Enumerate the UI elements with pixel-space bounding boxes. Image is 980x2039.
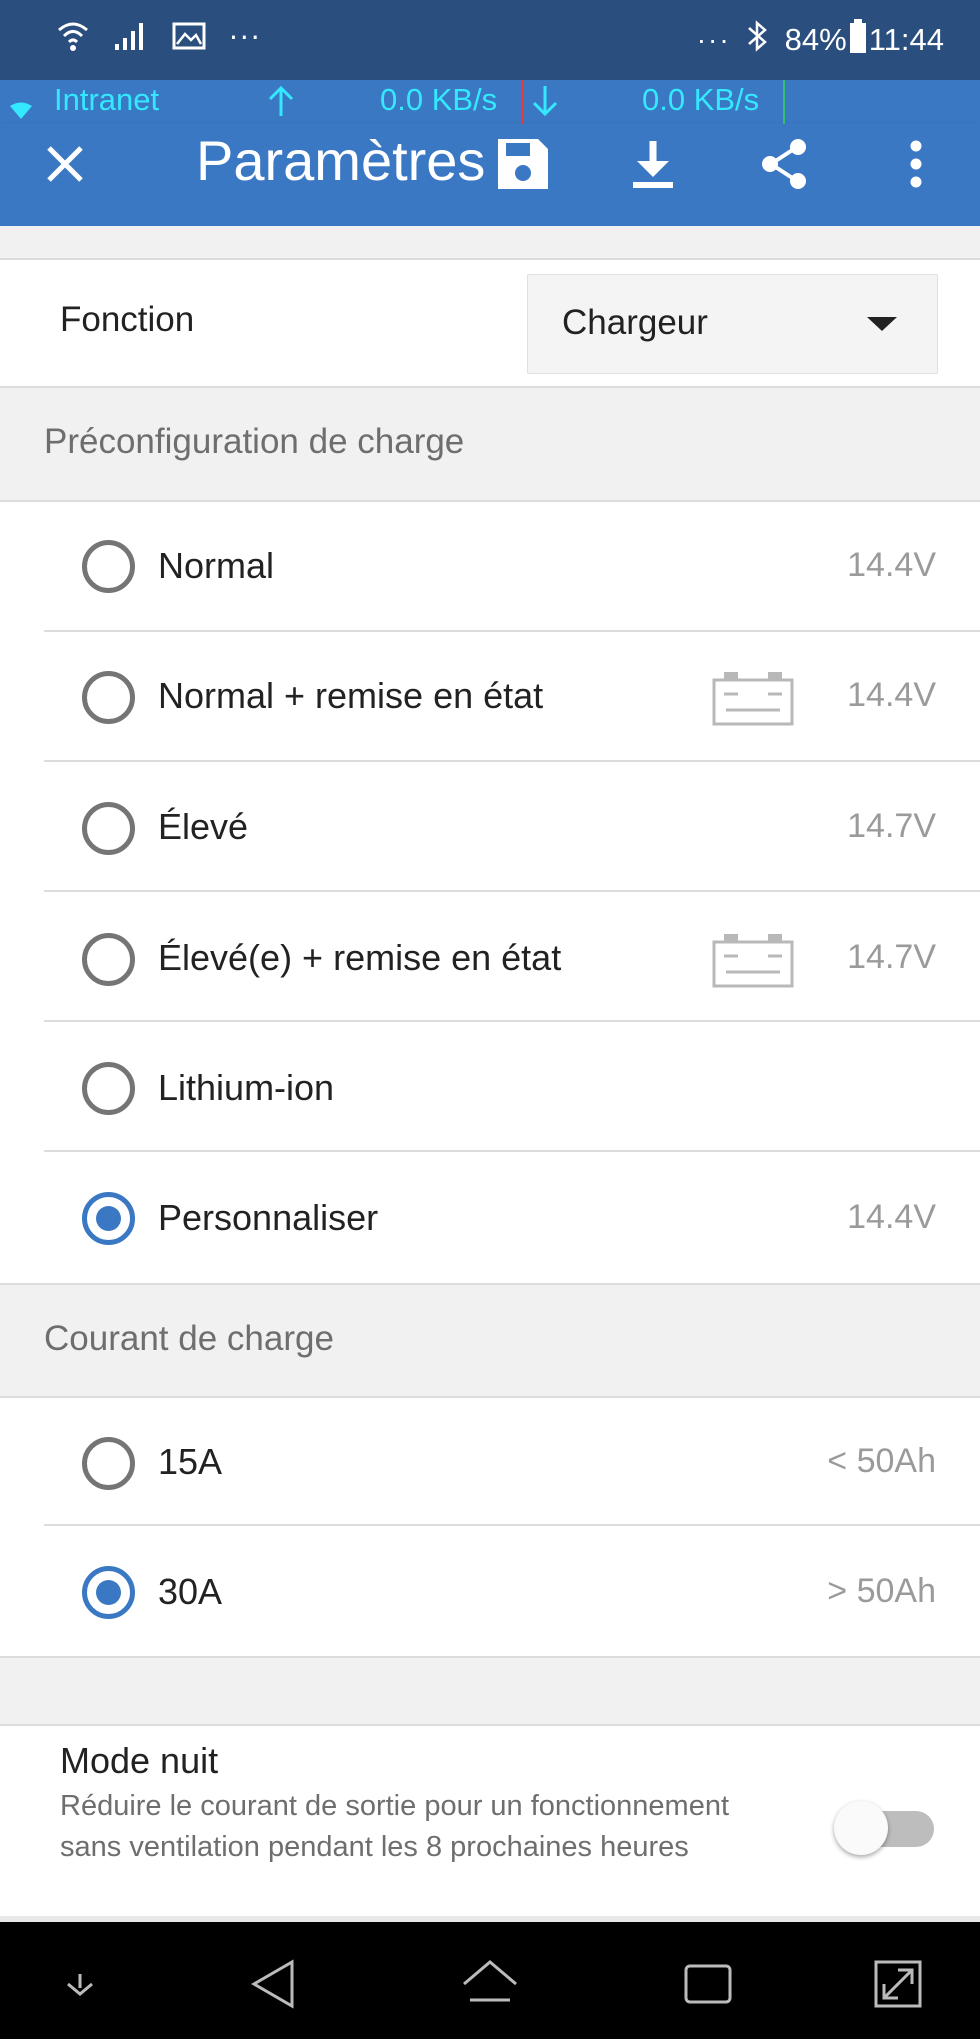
more-vert-icon[interactable] — [884, 132, 948, 196]
download-speed: 0.0 KB/s — [642, 82, 760, 117]
close-icon[interactable] — [33, 132, 97, 196]
status-more-left: ··· — [229, 21, 262, 54]
battery-icon — [712, 670, 794, 726]
option-voltage: 14.7V — [847, 938, 936, 976]
battery-icon — [849, 19, 867, 61]
preset-option-normal-recondition[interactable]: Normal + remise en état 14.4V — [0, 632, 980, 762]
function-dropdown[interactable]: Chargeur — [527, 274, 938, 374]
option-voltage: 14.4V — [847, 676, 936, 714]
function-selected-value: Chargeur — [562, 303, 708, 342]
radio-button[interactable] — [82, 1437, 135, 1490]
radio-button[interactable] — [82, 540, 135, 593]
option-label: Normal + remise en état — [158, 675, 544, 716]
battery-percent: 84% — [784, 22, 847, 57]
save-icon[interactable] — [491, 132, 555, 196]
bluetooth-icon — [745, 18, 771, 62]
preset-option-normal[interactable]: Normal 14.4V — [0, 502, 980, 632]
radio-button[interactable] — [82, 802, 135, 855]
night-mode-row: Mode nuit Réduire le courant de sortie p… — [0, 1726, 980, 1920]
night-mode-title: Mode nuit — [60, 1740, 219, 1781]
network-name: Intranet — [54, 82, 160, 117]
option-voltage: 14.4V — [847, 546, 936, 584]
chevron-down-icon — [867, 317, 897, 331]
option-label: Élevé — [158, 806, 249, 847]
status-more-right: ··· — [696, 24, 731, 55]
option-label: Élevé(e) + remise en état — [158, 937, 562, 978]
night-mode-description: Réduire le courant de sortie pour un fon… — [60, 1790, 730, 1863]
network-speed-overlay: Intranet 0.0 KB/s 0.0 KB/s — [0, 80, 980, 124]
upload-speed: 0.0 KB/s — [380, 82, 498, 117]
expand-icon[interactable] — [868, 1956, 928, 2012]
system-nav-bar — [0, 1922, 980, 2039]
option-label: 15A — [158, 1441, 223, 1482]
download-arrow-icon — [530, 84, 560, 126]
download-icon[interactable] — [621, 132, 685, 196]
radio-button[interactable] — [82, 1062, 135, 1115]
home-icon[interactable] — [460, 1956, 520, 2012]
section-title: Préconfiguration de charge — [44, 422, 465, 461]
option-label: Personnaliser — [158, 1197, 379, 1238]
section-header-charge-current: Courant de charge — [0, 1283, 980, 1398]
gallery-icon — [171, 18, 207, 58]
option-label: 30A — [158, 1571, 223, 1612]
share-icon[interactable] — [752, 132, 816, 196]
current-option-30a[interactable]: 30A > 50Ah — [0, 1526, 980, 1656]
signal-icon — [113, 18, 149, 58]
current-option-15a[interactable]: 15A < 50Ah — [0, 1398, 980, 1526]
option-capacity: < 50Ah — [827, 1442, 936, 1480]
wifi-small-icon — [10, 92, 32, 128]
option-voltage: 14.4V — [847, 1198, 936, 1236]
preset-option-high-recondition[interactable]: Élevé(e) + remise en état 14.7V — [0, 892, 980, 1022]
radio-button[interactable] — [82, 671, 135, 724]
option-label: Normal — [158, 545, 275, 586]
wifi-icon — [55, 18, 91, 58]
radio-button-checked[interactable] — [82, 1192, 135, 1245]
recents-icon[interactable] — [678, 1956, 738, 2012]
page-title: Paramètres — [196, 129, 486, 192]
back-icon[interactable] — [244, 1956, 304, 2012]
option-label: Lithium-ion — [158, 1067, 335, 1108]
function-row: Fonction Chargeur — [0, 260, 980, 388]
radio-button-checked[interactable] — [82, 1566, 135, 1619]
option-capacity: > 50Ah — [827, 1572, 936, 1610]
function-label: Fonction — [60, 300, 195, 339]
preset-option-high[interactable]: Élevé 14.7V — [0, 762, 980, 892]
battery-icon — [712, 932, 794, 988]
night-mode-toggle[interactable] — [834, 1795, 938, 1859]
chevron-down-icon[interactable] — [50, 1956, 110, 2012]
section-header-charge-preset: Préconfiguration de charge — [0, 388, 980, 502]
status-bar: ··· ··· 84% 11:44 — [0, 0, 980, 80]
section-spacer — [0, 1656, 980, 1726]
clock: 11:44 — [868, 22, 944, 57]
preset-option-custom[interactable]: Personnaliser 14.4V — [0, 1152, 980, 1283]
top-spacer — [0, 226, 980, 260]
app-bar: Paramètres — [0, 124, 980, 226]
option-voltage: 14.7V — [847, 807, 936, 845]
radio-button[interactable] — [82, 933, 135, 986]
preset-option-lithium[interactable]: Lithium-ion — [0, 1022, 980, 1152]
section-title: Courant de charge — [44, 1319, 334, 1358]
upload-arrow-icon — [266, 84, 296, 126]
